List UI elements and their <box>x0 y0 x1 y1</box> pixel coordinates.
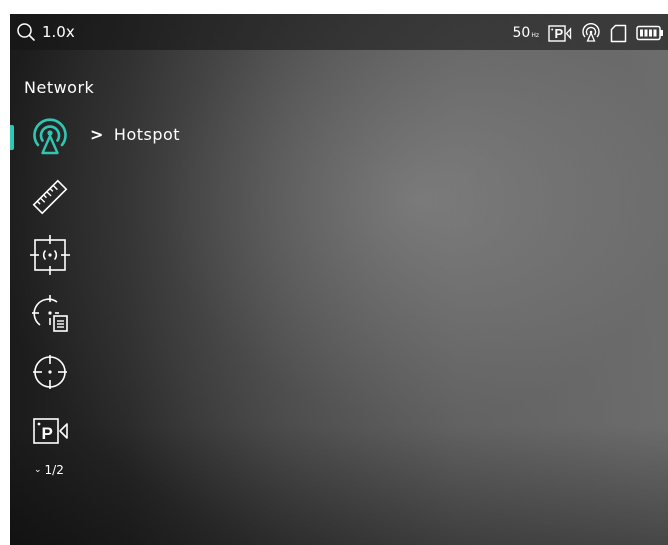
menu-title: Network <box>24 78 95 97</box>
refresh-rate-unit: Hz <box>531 32 539 39</box>
menu-item-hotspot[interactable] <box>28 115 72 159</box>
svg-text:P: P <box>42 424 53 443</box>
page-indicator-text: 1/2 <box>44 463 64 477</box>
chevron-right-icon: > <box>90 125 104 144</box>
refresh-rate-value: 50 <box>512 25 531 41</box>
crosshair-icon <box>33 355 67 389</box>
menu-item-picture-in-picture[interactable]: P <box>28 409 72 453</box>
page-indicator[interactable]: ⌄ 1/2 <box>34 463 64 477</box>
menu-item-focus-target[interactable] <box>28 233 72 277</box>
menu-item-ruler[interactable] <box>28 175 72 219</box>
submenu-label: Hotspot <box>113 125 181 144</box>
picture-in-picture-icon: P <box>548 24 572 42</box>
zoom-value: 1.0x <box>42 23 75 41</box>
zoom-indicator: 1.0x <box>16 22 75 42</box>
menu-item-reticle-settings[interactable] <box>28 291 72 335</box>
focus-target-icon <box>30 235 70 275</box>
reticle-settings-icon <box>32 295 68 332</box>
status-bar: 1.0x 50 Hz P <box>10 14 668 50</box>
magnifier-icon <box>17 23 35 41</box>
viewfinder-screen: 1.0x 50 Hz P Network > Hotspot P ⌄ 1/2 <box>10 14 668 545</box>
bottom-shade <box>10 425 668 545</box>
battery-icon <box>636 25 663 41</box>
hotspot-icon <box>582 23 600 42</box>
chevron-down-icon: ⌄ <box>34 465 42 475</box>
ruler-icon <box>32 179 68 215</box>
sd-card-icon <box>610 24 627 42</box>
picture-in-picture-icon: P <box>33 418 68 444</box>
active-item-indicator <box>10 125 14 150</box>
hotspot-icon <box>33 118 67 155</box>
menu-item-crosshair[interactable] <box>28 350 72 394</box>
refresh-rate-indicator: 50 Hz <box>513 26 540 40</box>
submenu-hotspot[interactable]: > Hotspot <box>90 125 180 144</box>
svg-text:P: P <box>555 26 564 41</box>
